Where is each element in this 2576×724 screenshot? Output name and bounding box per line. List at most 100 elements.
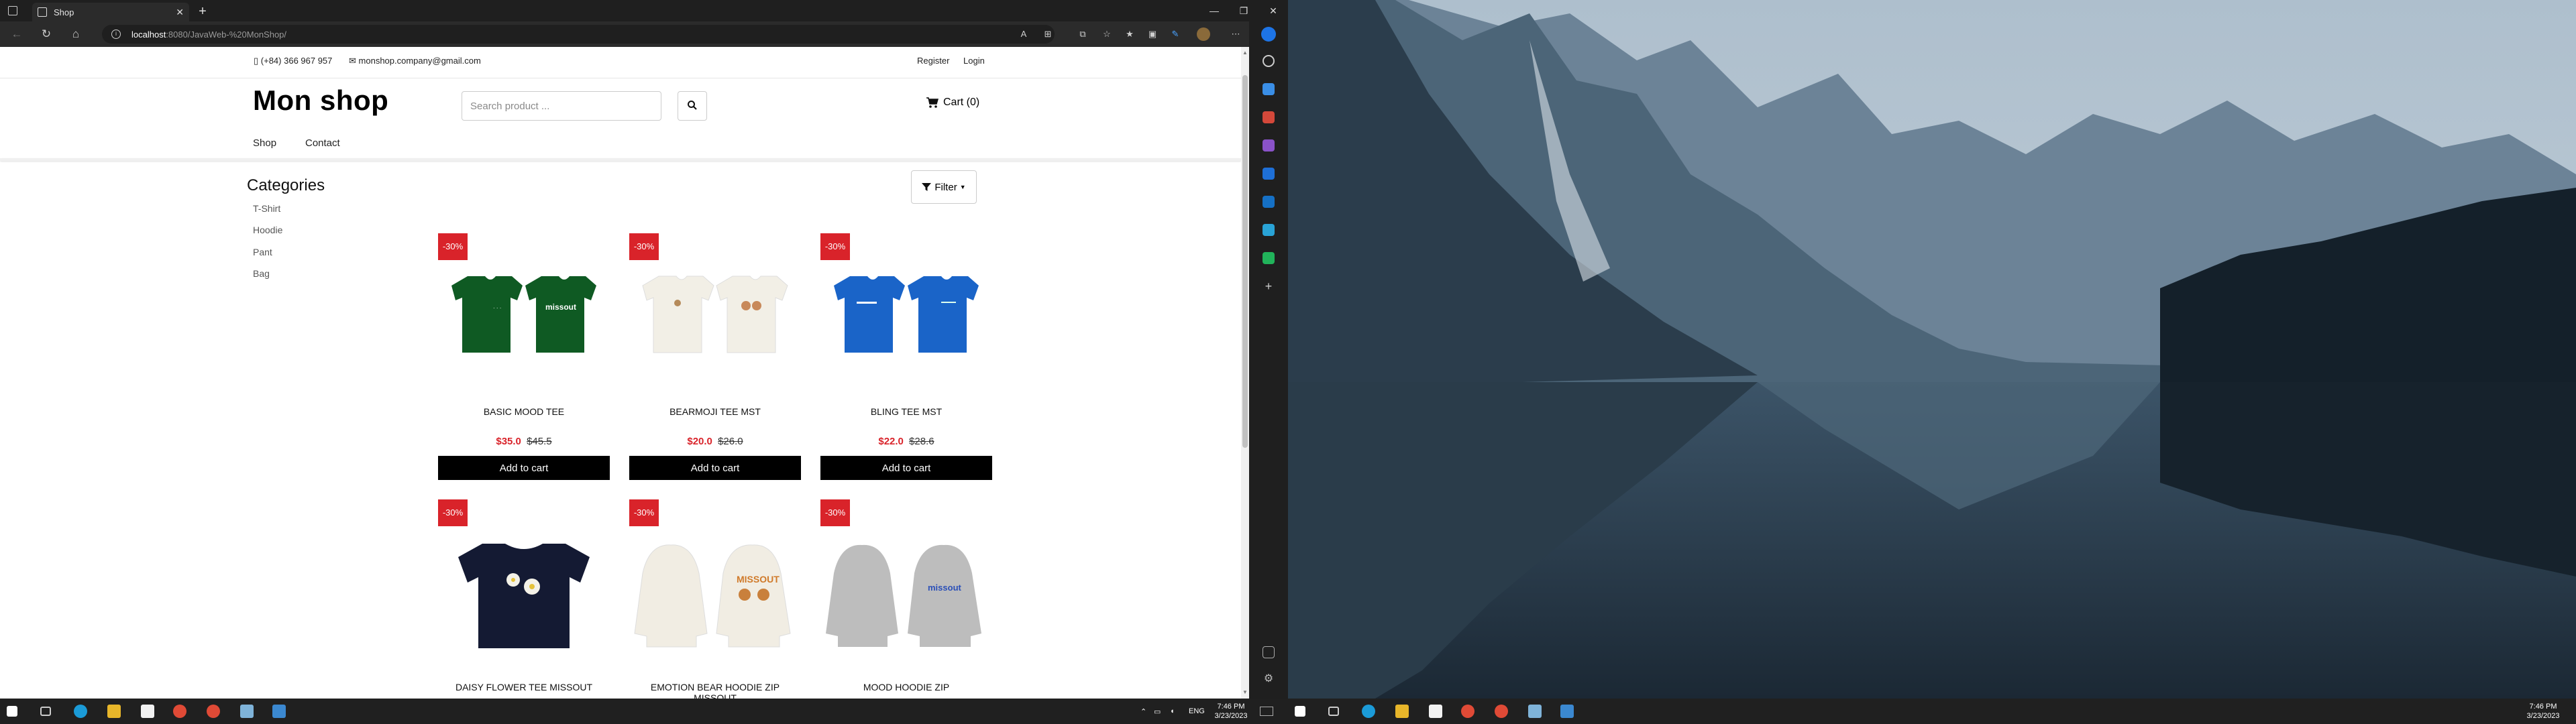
product-name[interactable]: DAISY FLOWER TEE MISSOUT: [438, 682, 610, 692]
volume-icon[interactable]: ◖: [1170, 699, 1175, 724]
shopping-icon[interactable]: [1263, 83, 1275, 95]
scroll-thumb[interactable]: [1242, 75, 1248, 448]
extensions-icon[interactable]: ⧉: [1077, 29, 1088, 40]
bing-chat-icon[interactable]: [1261, 27, 1276, 42]
app-icon[interactable]: [240, 705, 254, 718]
task-view-icon[interactable]: [40, 707, 51, 716]
tab-title: Shop: [54, 7, 74, 17]
add-to-cart-button[interactable]: Add to cart: [629, 456, 801, 480]
notification-icon[interactable]: [1260, 707, 1273, 716]
register-link[interactable]: Register: [917, 56, 949, 66]
network-icon[interactable]: ▭: [1154, 699, 1161, 724]
category-item[interactable]: Bag: [253, 268, 270, 279]
menu-contact[interactable]: Contact: [305, 137, 340, 149]
tshirt-shape: · · · missout: [451, 276, 596, 353]
chrome-profile-icon[interactable]: [1495, 705, 1508, 718]
product-name[interactable]: MOOD HOODIE ZIP: [820, 682, 992, 692]
add-to-cart-button[interactable]: Add to cart: [820, 456, 992, 480]
scroll-up-icon[interactable]: ▲: [1242, 50, 1248, 56]
chrome-icon[interactable]: [1461, 705, 1474, 718]
edit-icon[interactable]: ✎: [1170, 29, 1181, 40]
web-page: ▯ (+84) 366 967 957 ✉ monshop.company@gm…: [0, 47, 1241, 699]
scroll-down-icon[interactable]: ▼: [1242, 689, 1248, 696]
outlook-icon[interactable]: [1263, 196, 1275, 208]
new-tab-button[interactable]: +: [195, 4, 211, 20]
discount-badge: -30%: [820, 499, 850, 526]
favorite-star-icon[interactable]: ☆: [1102, 29, 1112, 40]
app-icon[interactable]: [1560, 705, 1574, 718]
clock[interactable]: 7:46 PM 3/23/2023: [2520, 702, 2567, 721]
designer-icon[interactable]: [1263, 252, 1275, 264]
drop-icon[interactable]: [1263, 224, 1275, 236]
settings-gear-icon[interactable]: ⚙: [1263, 673, 1275, 685]
site-info-icon[interactable]: i: [111, 29, 121, 39]
home-icon[interactable]: ⌂: [67, 26, 85, 42]
category-item[interactable]: Pant: [253, 247, 272, 257]
store-icon[interactable]: [141, 705, 154, 718]
hide-sidebar-icon[interactable]: [1263, 646, 1275, 658]
product-image[interactable]: [438, 533, 610, 654]
filter-button[interactable]: Filter ▼: [911, 170, 977, 204]
start-windows-icon[interactable]: [7, 706, 17, 717]
file-explorer-icon[interactable]: [1395, 705, 1409, 718]
browser-tab[interactable]: Shop ✕: [32, 3, 189, 21]
edge-taskbar-icon[interactable]: [1362, 705, 1375, 718]
url-path: :8080/JavaWeb-%20MonShop/: [166, 29, 287, 40]
close-window-icon[interactable]: ✕: [1258, 0, 1288, 21]
app-icon[interactable]: [272, 705, 286, 718]
login-link[interactable]: Login: [963, 56, 985, 66]
restore-icon[interactable]: ❐: [1229, 0, 1258, 21]
page-favicon-icon: [38, 7, 47, 17]
discount-badge: -30%: [438, 233, 468, 260]
cart-link[interactable]: Cart (0): [926, 97, 979, 109]
store-icon[interactable]: [1429, 705, 1442, 718]
product-image[interactable]: [629, 267, 801, 367]
microsoft365-icon[interactable]: [1263, 168, 1275, 180]
url-field[interactable]: i localhost:8080/JavaWeb-%20MonShop/: [102, 25, 1055, 44]
search-button[interactable]: [678, 91, 707, 121]
taskbar: ⌃ ▭ ◖ ENG 7:46 PM 3/23/2023: [0, 699, 1288, 724]
product-image[interactable]: · · · missout: [438, 267, 610, 367]
language-indicator[interactable]: ENG: [1189, 699, 1205, 724]
tray-chevron-icon[interactable]: ⌃: [1140, 699, 1146, 724]
tab-close-icon[interactable]: ✕: [176, 7, 184, 18]
clock[interactable]: 7:46 PM 3/23/2023: [1208, 702, 1254, 721]
product-name[interactable]: EMOTION BEAR HOODIE ZIP MISSOUT: [629, 682, 801, 699]
category-item[interactable]: T-Shirt: [253, 203, 280, 214]
product-name[interactable]: BEARMOJI TEE MST: [629, 406, 801, 417]
profile-avatar[interactable]: [1197, 27, 1210, 41]
refresh-icon[interactable]: ↻: [38, 26, 55, 42]
search-icon[interactable]: [1263, 55, 1275, 67]
app-available-icon[interactable]: ⊞: [1042, 29, 1053, 40]
chrome-icon[interactable]: [173, 705, 186, 718]
games-icon[interactable]: [1263, 139, 1275, 152]
menu-shop[interactable]: Shop: [253, 137, 276, 149]
tools-icon[interactable]: [1263, 111, 1275, 123]
add-sidebar-app-icon[interactable]: +: [1263, 280, 1275, 292]
product-image[interactable]: MISSOUT: [629, 533, 801, 654]
edge-taskbar-icon[interactable]: [74, 705, 87, 718]
product-name[interactable]: BLING TEE MST: [820, 406, 992, 417]
tab-strip: Shop ✕ + — ❐ ✕: [0, 0, 1288, 21]
tab-actions-icon[interactable]: [8, 6, 17, 15]
add-to-cart-button[interactable]: Add to cart: [438, 456, 610, 480]
more-menu-icon[interactable]: ⋯: [1230, 29, 1241, 40]
task-view-icon[interactable]: [1328, 707, 1339, 716]
email-address: monshop.company@gmail.com: [358, 56, 481, 66]
product-image[interactable]: [820, 267, 992, 367]
app-icon[interactable]: [1528, 705, 1542, 718]
brand-logo[interactable]: Mon shop: [253, 84, 388, 117]
favorites-icon[interactable]: ★: [1124, 29, 1135, 40]
collections-icon[interactable]: ▣: [1147, 29, 1158, 40]
time-text: 7:46 PM: [2529, 703, 2557, 711]
back-icon[interactable]: ←: [8, 26, 25, 42]
product-name[interactable]: BASIC MOOD TEE: [438, 406, 610, 417]
category-item[interactable]: Hoodie: [253, 225, 282, 235]
search-input[interactable]: [462, 91, 661, 121]
product-image[interactable]: missout: [820, 533, 992, 654]
minimize-icon[interactable]: —: [1199, 0, 1229, 21]
read-aloud-icon[interactable]: A: [1018, 29, 1029, 40]
start-windows-icon[interactable]: [1295, 706, 1305, 717]
file-explorer-icon[interactable]: [107, 705, 121, 718]
chrome-profile-icon[interactable]: [207, 705, 220, 718]
